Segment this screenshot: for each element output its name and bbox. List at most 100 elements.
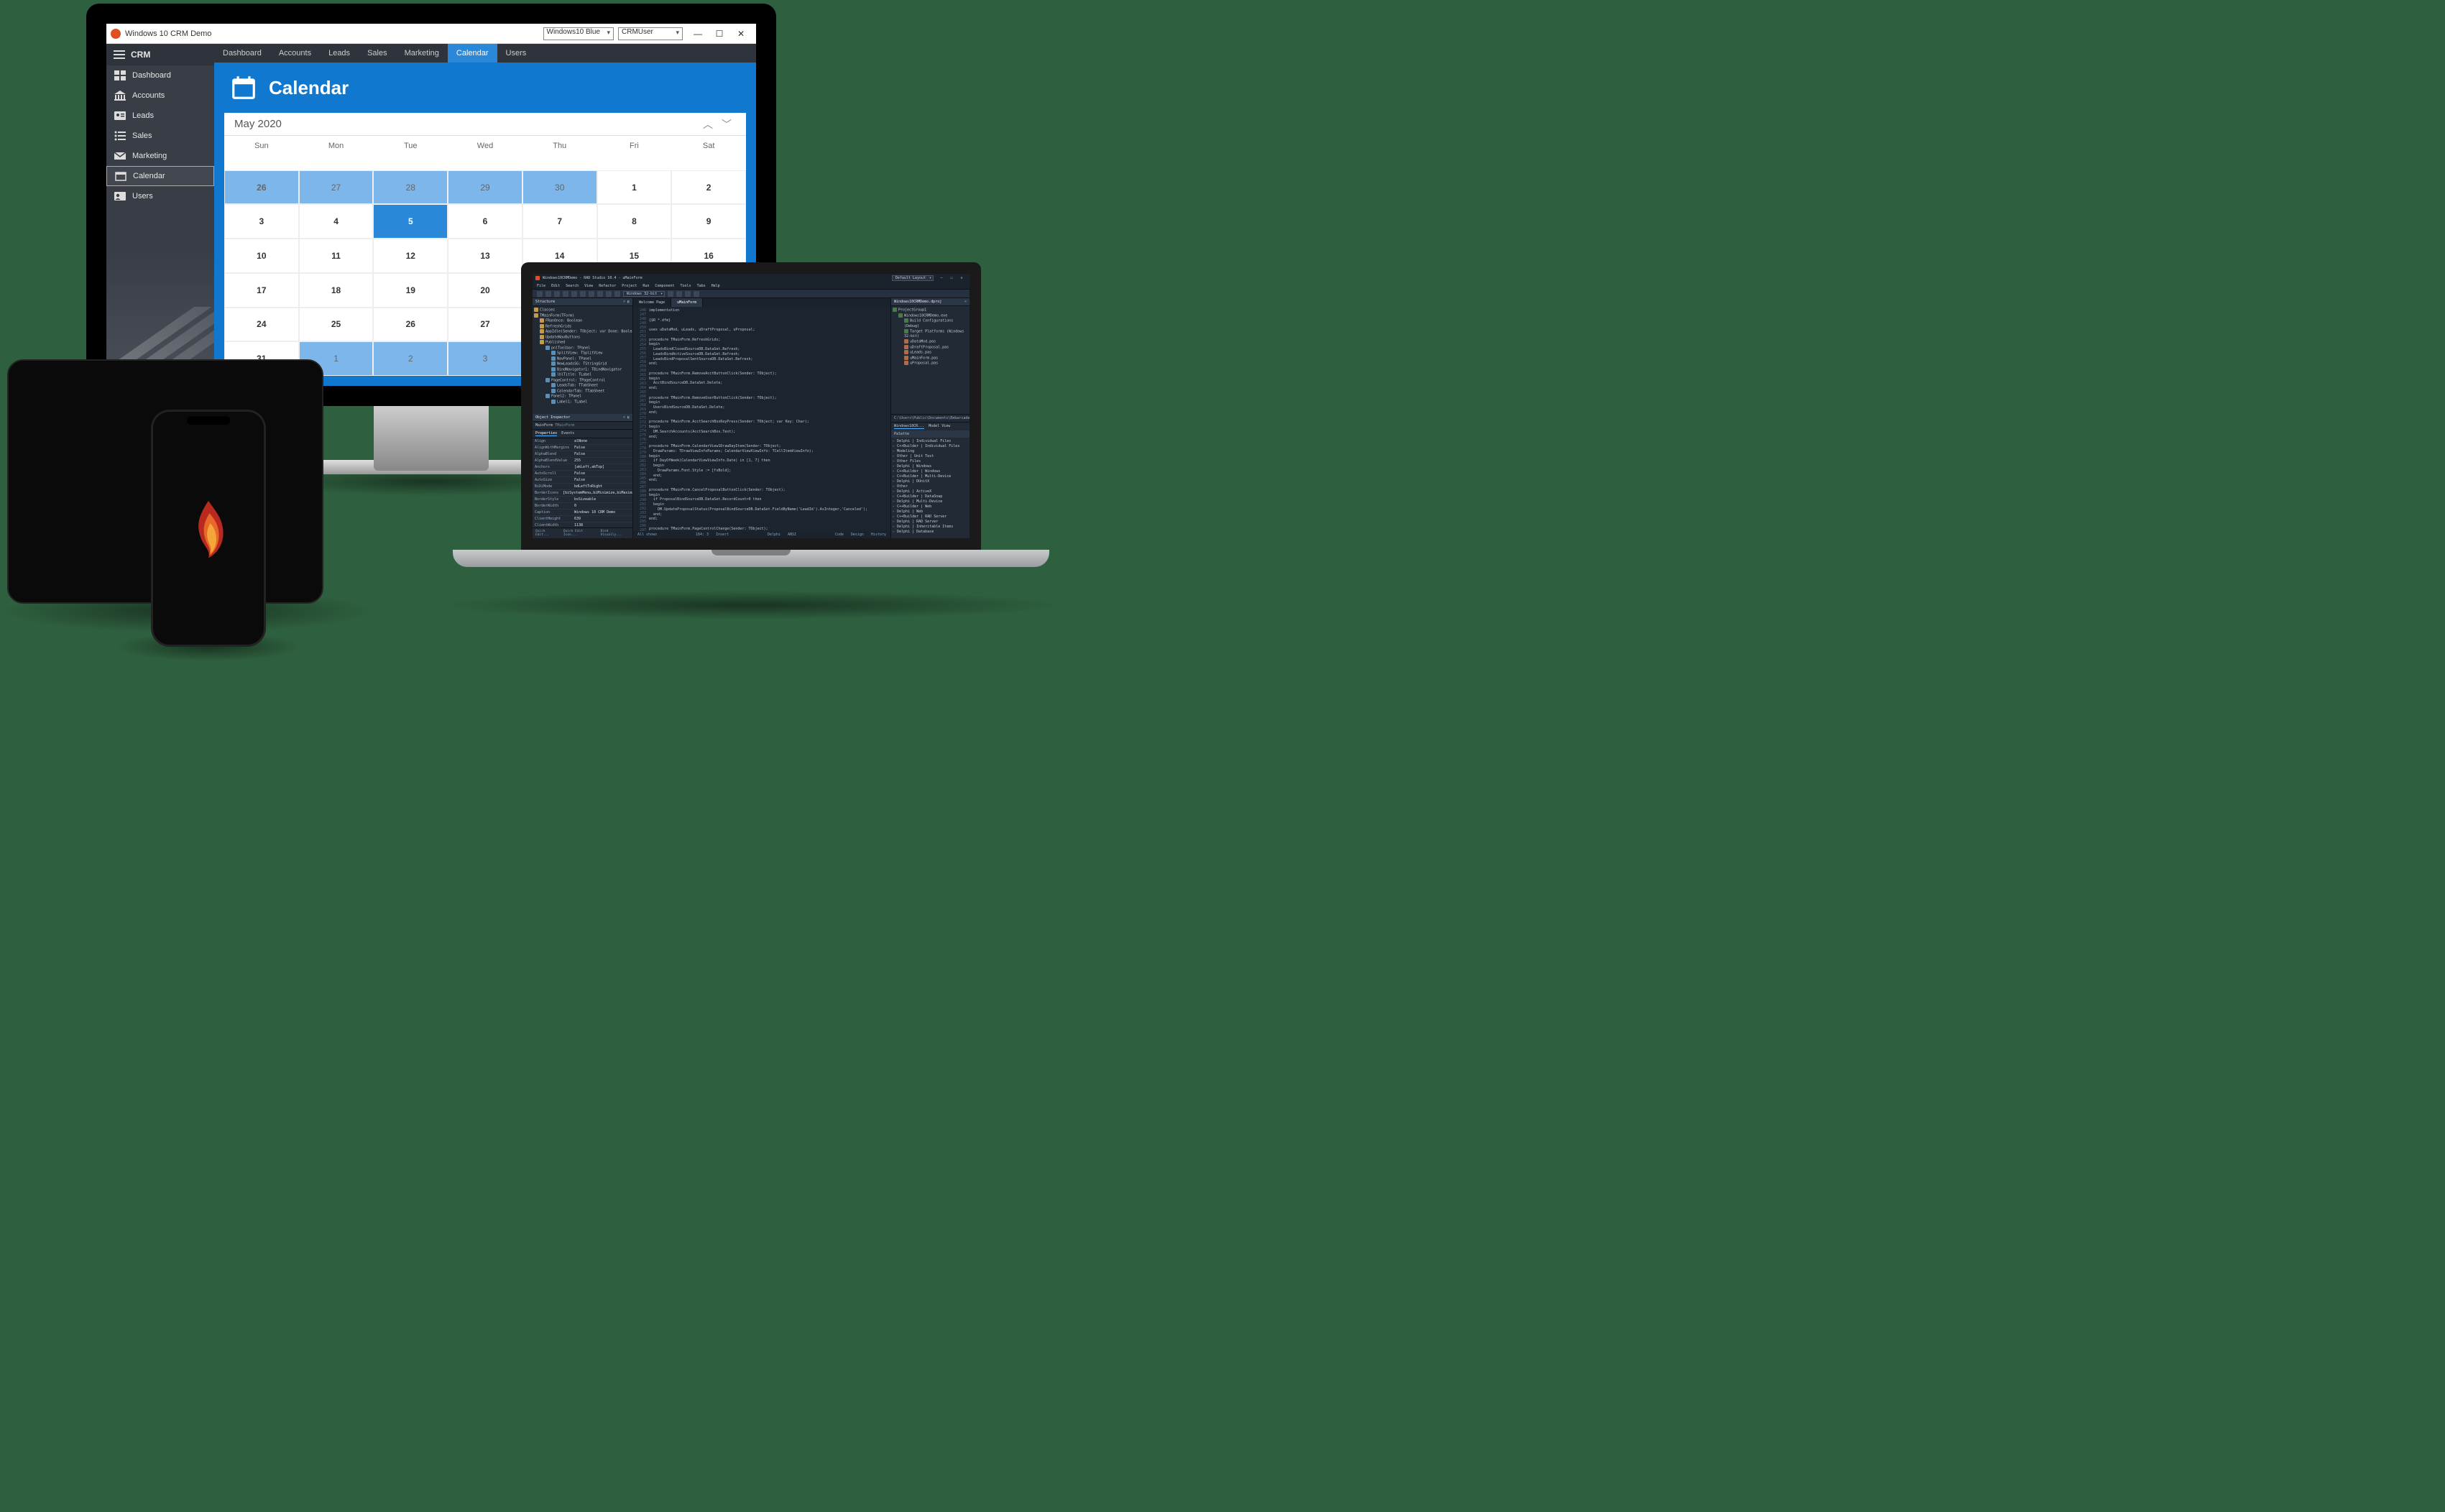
maximize-button[interactable]: ☐ [709,27,730,41]
project-node[interactable]: ProjectGroup1 [893,308,968,313]
editor-tab[interactable]: uMainForm [671,298,703,307]
theme-combo[interactable]: Windows10 Blue [543,27,614,40]
calendar-day[interactable]: 26 [224,170,299,205]
structure-node[interactable]: Label1: TLabel [534,400,631,405]
structure-node[interactable]: lblTitle: TLabel [534,372,631,378]
toolbar-button[interactable] [554,291,560,297]
inspector-row[interactable]: ClientWidth1138 [533,522,632,527]
ide-minimize[interactable]: — [936,276,947,280]
project-node[interactable]: Windows10CRMDemo.exe [893,313,968,319]
project-node[interactable]: uLeads.pas [893,350,968,356]
hamburger-icon[interactable] [114,50,125,59]
toolbar-button[interactable] [685,291,691,297]
project-view-tab[interactable]: Windows10CR... [894,424,924,429]
tab-leads[interactable]: Leads [320,44,359,63]
calendar-day[interactable]: 9 [671,204,746,239]
inspector-row[interactable]: AlignalNone [533,438,632,445]
menu-component[interactable]: Component [655,284,674,288]
inspector-tab-events[interactable]: Events [561,431,574,436]
toolbar-button[interactable] [537,291,543,297]
structure-node[interactable]: Published [534,340,631,346]
project-node[interactable]: Target Platforms (Windows 32-bit) [893,329,968,340]
next-month-button[interactable]: ﹀ [717,117,736,132]
palette-category[interactable]: Delphi | DUnitX [893,479,968,484]
user-combo[interactable]: CRMUser [618,27,683,40]
tab-users[interactable]: Users [497,44,535,63]
calendar-day[interactable]: 11 [299,239,374,273]
menu-view[interactable]: View [584,284,593,288]
menu-run[interactable]: Run [643,284,649,288]
palette-category[interactable]: C++Builder | Web [893,504,968,510]
tab-sales[interactable]: Sales [359,44,396,63]
target-combo[interactable]: Windows 32-bit [623,291,665,297]
calendar-day[interactable]: 8 [597,204,672,239]
structure-node[interactable]: RefreshGrids [534,324,631,330]
ide-close[interactable]: ✕ [957,276,967,280]
inspector-link[interactable]: Quick Edit Icon... [563,530,597,537]
minimize-button[interactable]: — [687,27,709,41]
tab-marketing[interactable]: Marketing [396,44,448,63]
calendar-day[interactable]: 7 [522,204,597,239]
structure-node[interactable]: SplitView: TSplitView [534,351,631,356]
calendar-day[interactable]: 26 [373,308,448,342]
status-item[interactable]: Code [835,533,844,537]
tab-dashboard[interactable]: Dashboard [214,44,270,63]
inspector-row[interactable]: AlignWithMarginsFalse [533,445,632,451]
palette-category[interactable]: Delphi | Web [893,510,968,515]
palette-category[interactable]: Delphi | Multi-Device [893,499,968,504]
tab-accounts[interactable]: Accounts [270,44,320,63]
structure-node[interactable]: PageControl: TPageControl [534,378,631,384]
inspector-row[interactable]: AutoSizeFalse [533,477,632,484]
inspector-row[interactable]: BiDiModebdLeftToRight [533,484,632,490]
inspector-row[interactable]: BorderWidth0 [533,503,632,510]
panel-close-icon[interactable]: × [964,300,967,304]
project-node[interactable]: Build Configurations (Debug) [893,318,968,329]
calendar-day[interactable]: 19 [373,273,448,308]
project-node[interactable]: uDataMod.pas [893,339,968,345]
code-editor[interactable]: 246 247 248 249 250 251 252 253 254 255 … [633,307,890,531]
project-node[interactable]: uProposal.pas [893,361,968,367]
calendar-day[interactable]: 18 [299,273,374,308]
palette-category[interactable]: C++Builder | RAD Server [893,515,968,520]
calendar-day[interactable]: 1 [597,170,672,205]
ide-maximize[interactable]: ☐ [947,276,957,280]
calendar-day[interactable]: 3 [224,204,299,239]
tab-calendar[interactable]: Calendar [448,44,497,63]
project-node[interactable]: uMainForm.pas [893,356,968,361]
layout-combo[interactable]: Default Layout [892,275,934,281]
structure-node[interactable]: pnlToolbar: TPanel [534,346,631,351]
prev-month-button[interactable]: ︿ [699,117,717,132]
palette-category[interactable]: Other | Unit Test [893,454,968,459]
inspector-row[interactable]: BorderStylebsSizeable [533,497,632,503]
palette-category[interactable]: Modeling [893,449,968,454]
inspector-row[interactable]: AlphaBlendValue255 [533,458,632,464]
inspector-tab-properties[interactable]: Properties [535,431,557,436]
calendar-day[interactable]: 27 [299,170,374,205]
menu-file[interactable]: File [537,284,545,288]
palette-category[interactable]: Delphi | Individual Files [893,439,968,444]
status-item[interactable]: Design [851,533,864,537]
toolbar-button[interactable] [694,291,699,297]
sidebar-item-leads[interactable]: Leads [106,106,214,126]
calendar-day[interactable]: 17 [224,273,299,308]
calendar-day[interactable]: 29 [448,170,522,205]
object-inspector[interactable]: AlignalNoneAlignWithMarginsFalseAlphaBle… [533,438,632,527]
structure-node[interactable]: CalendarTab: TTabSheet [534,389,631,395]
menu-edit[interactable]: Edit [551,284,560,288]
toolbar-button[interactable] [597,291,603,297]
palette-category[interactable]: Delphi | RAD Server [893,520,968,525]
menu-search[interactable]: Search [566,284,579,288]
editor-tab[interactable]: Welcome Page [633,298,671,307]
project-node[interactable]: uDraftProposal.pas [893,345,968,351]
inspector-row[interactable]: AlphaBlendFalse [533,451,632,458]
calendar-day[interactable]: 25 [299,308,374,342]
panel-close-icon[interactable]: × ◧ [623,300,630,304]
inspector-link[interactable]: Quick Edit... [535,530,559,537]
inspector-link[interactable]: Bind Visually... [601,530,630,537]
sidebar-item-sales[interactable]: Sales [106,126,214,146]
structure-node[interactable]: AppIdle(Sender: TObject; var Done: Boole… [534,329,631,335]
toolbar-button[interactable] [563,291,568,297]
palette-category[interactable]: Delphi | Database [893,530,968,535]
toolbar-button[interactable] [606,291,612,297]
toolbar-button[interactable] [589,291,594,297]
